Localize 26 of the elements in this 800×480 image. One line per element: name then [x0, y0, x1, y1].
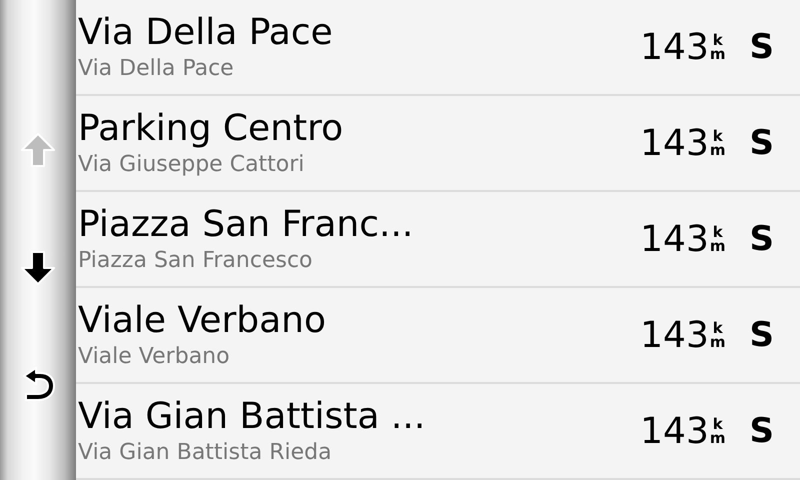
distance-value: 143 — [640, 410, 709, 452]
distance-unit: k m — [710, 225, 726, 253]
place-name: Viale Verbano — [78, 299, 328, 343]
distance-value: 143 — [640, 218, 709, 260]
down-arrow-button[interactable] — [18, 248, 58, 288]
direction-label: S — [750, 219, 774, 259]
place-name: Piazza San Franc... — [78, 203, 414, 247]
place-name: Via Della Pace — [78, 11, 334, 55]
distance-unit: k m — [710, 321, 726, 349]
direction-label: S — [750, 27, 774, 67]
distance-value: 143 — [640, 314, 709, 356]
direction-label: S — [750, 411, 774, 451]
place-address: Viale Verbano — [78, 343, 231, 371]
direction-label: S — [750, 315, 774, 355]
place-address: Via Giuseppe Cattori — [78, 151, 306, 179]
distance-unit: k m — [710, 33, 726, 61]
place-address: Piazza San Francesco — [78, 247, 314, 275]
place-address: Via Gian Battista Rieda — [78, 439, 333, 467]
distance-value: 143 — [640, 26, 709, 68]
place-address: Via Della Pace — [78, 55, 235, 83]
place-name: Parking Centro — [78, 107, 344, 151]
direction-label: S — [750, 123, 774, 163]
distance-value: 143 — [640, 122, 709, 164]
distance-unit: k m — [710, 129, 726, 157]
place-name: Via Gian Battista ... — [78, 395, 426, 439]
distance-unit: k m — [710, 417, 726, 445]
